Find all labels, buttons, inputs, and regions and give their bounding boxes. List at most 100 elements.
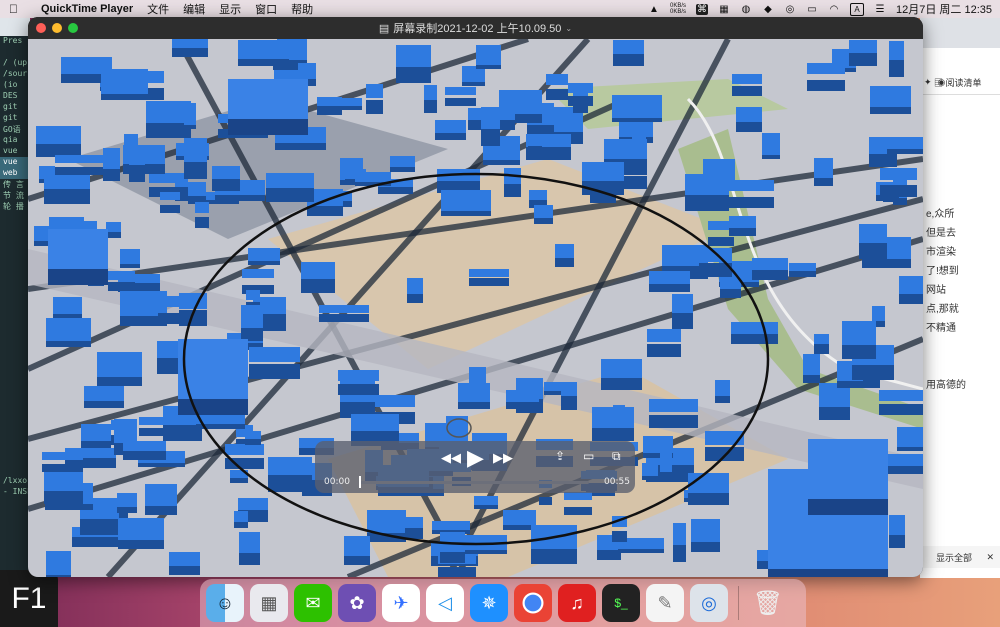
building-roof (649, 399, 698, 412)
minimize-window-button[interactable] (52, 23, 62, 33)
duration-time: 00:55 (604, 477, 630, 487)
building-roof (118, 518, 164, 540)
netease-music-icon[interactable]: ♫ (558, 584, 596, 622)
f1-key-overlay: F1 (0, 570, 58, 627)
building-side (319, 314, 369, 322)
current-time: 00:00 (324, 477, 350, 487)
close-icon[interactable]: ✕ (986, 552, 994, 563)
close-window-button[interactable] (36, 23, 46, 33)
wechat-menu-icon[interactable]: ◍ (740, 4, 752, 15)
safari-icon[interactable]: ✵ (470, 584, 508, 622)
building-roof (534, 205, 553, 218)
fast-forward-button[interactable]: ▶▶ (493, 450, 513, 466)
reading-list-icon: ▤ (934, 78, 944, 88)
terminal-line: 节 流 (3, 191, 24, 200)
building-roof (458, 383, 490, 402)
building-roof (789, 263, 816, 271)
dropbox-icon[interactable]: ◆ (762, 4, 774, 15)
building-roof (195, 202, 209, 213)
building-roof (752, 258, 788, 270)
app-menu[interactable]: QuickTime Player (41, 3, 133, 15)
building-roof (506, 390, 539, 402)
wechat-icon[interactable]: ✉ (294, 584, 332, 622)
building-side (405, 528, 423, 539)
building-roof (592, 407, 634, 428)
building-roof (234, 511, 248, 522)
cat-icon[interactable]: ▲ (648, 4, 660, 15)
article-line: 不精通 (926, 323, 956, 334)
menu-help[interactable]: 帮助 (291, 1, 313, 17)
building-roof (108, 271, 135, 280)
scrubber-track[interactable] (359, 481, 589, 484)
chrome-icon[interactable] (514, 584, 552, 622)
rewind-button[interactable]: ◀◀ (441, 450, 461, 466)
building-side (814, 344, 829, 354)
menu-edit[interactable]: 编辑 (183, 1, 205, 17)
textedit-icon[interactable]: ✎ (646, 584, 684, 622)
terminal-window[interactable]: Pres / (up/sour (io DES git git GO语 qia vue vue we… (0, 36, 30, 571)
browser-window: ✦ ◉ ▤ 阅读清单 e,众所 但是去 市渲染 了!想到 网站 点,那就 不精通 用高德的 … (920, 18, 1000, 578)
terminal-line: (io (3, 80, 18, 89)
menubar-clock[interactable]: 12月7日 周二 12:35 (896, 1, 992, 17)
apple-menu-icon[interactable]:  (9, 2, 23, 16)
building-roof (301, 262, 335, 279)
building-side (72, 537, 122, 547)
building-roof (889, 515, 905, 535)
building-roof (44, 173, 90, 189)
command-icon[interactable]: ⌘ (696, 3, 708, 15)
wifi-icon[interactable]: ◠ (828, 4, 840, 15)
reading-list-button[interactable]: ▤ 阅读清单 (934, 76, 982, 89)
building-roof (726, 180, 774, 191)
document-icon: ▤ (378, 22, 390, 35)
extensions-icon[interactable]: ✦ (924, 77, 932, 88)
airplay-icon[interactable]: ▭ (583, 449, 594, 463)
finder-icon[interactable]: ☺ (206, 584, 244, 622)
terminal-icon[interactable]: $_ (602, 584, 640, 622)
vscode-icon[interactable]: ◁ (426, 584, 464, 622)
article-line: e,众所 (926, 209, 955, 220)
launchpad-icon[interactable]: ▦ (250, 584, 288, 622)
terminal-line: DES (3, 91, 18, 100)
building-roof (53, 297, 82, 314)
show-all-button[interactable]: 显示全部 (936, 551, 972, 564)
video-frame[interactable] (28, 39, 923, 577)
share-icon[interactable]: ⇪ (555, 449, 565, 463)
chevron-down-icon[interactable]: ⌄ (565, 24, 572, 33)
control-center-icon[interactable]: ☰ (874, 4, 886, 15)
headphones-icon[interactable]: ◎ (784, 4, 796, 15)
building-roof (872, 306, 885, 321)
building-roof (568, 83, 593, 93)
quicktime-icon[interactable]: ◎ (690, 584, 728, 622)
menu-bar:  QuickTime Player 文件 编辑 显示 窗口 帮助 ▲ 0KB/… (0, 0, 1000, 18)
play-button[interactable]: ▶ (467, 445, 484, 471)
battery-icon[interactable]: ▭ (806, 4, 818, 15)
building-roof (561, 382, 577, 396)
building-roof (660, 451, 672, 472)
building-roof (344, 536, 370, 556)
scrubber-knob[interactable] (359, 476, 361, 488)
building-roof (814, 158, 833, 178)
building-roof (649, 271, 690, 284)
zoom-window-button[interactable] (68, 23, 78, 33)
menu-window[interactable]: 窗口 (255, 1, 277, 17)
github-desktop-icon[interactable]: ✿ (338, 584, 376, 622)
menu-view[interactable]: 显示 (219, 1, 241, 17)
building-side (708, 237, 734, 246)
trash-icon[interactable]: 🗑 (749, 584, 787, 622)
clipboard-icon[interactable]: ▦ (718, 4, 730, 15)
menu-file[interactable]: 文件 (147, 1, 169, 17)
building-side (123, 450, 166, 460)
building-roof (528, 135, 542, 146)
building-roof (184, 138, 207, 162)
window-title[interactable]: 屏幕录制2021-12-02 上午10.09.50 (393, 20, 561, 36)
picture-in-picture-icon[interactable]: ⧉ (612, 449, 621, 464)
building-roof (432, 521, 470, 530)
feishu-icon[interactable]: ✈ (382, 584, 420, 622)
building-side (445, 98, 476, 106)
input-method-icon[interactable]: A (850, 2, 864, 16)
